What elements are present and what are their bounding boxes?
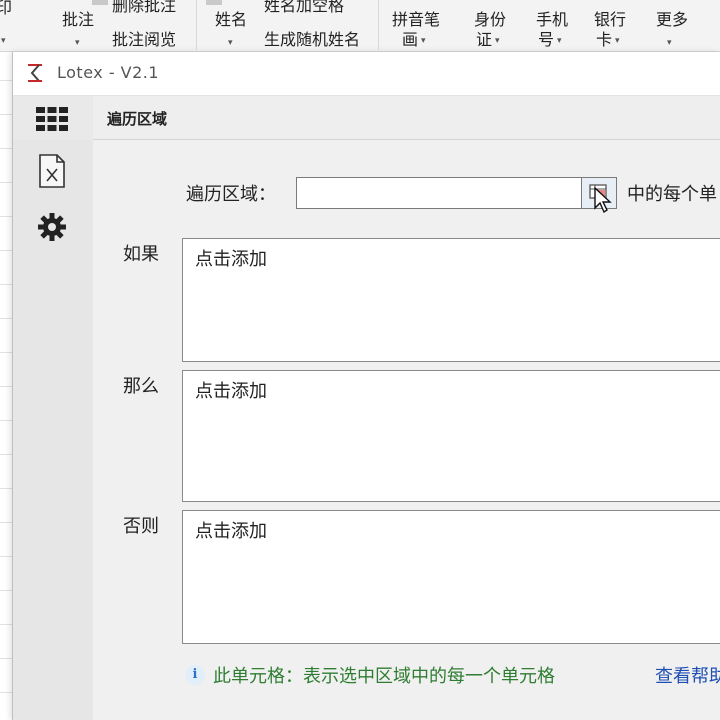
range-input[interactable]	[296, 177, 586, 209]
grid-row-line	[0, 148, 12, 149]
name-add-space-button[interactable]: 姓名加空格	[264, 0, 344, 16]
view-help-link[interactable]: 查看帮助	[655, 662, 720, 688]
grid-row-line	[0, 692, 12, 693]
name-icon	[206, 0, 222, 5]
form-panel: 遍历区域： 中的每个单 如果 点击添加 那么 点击添加 否则 点击添加 i 此单…	[93, 140, 720, 720]
range-label: 遍历区域：	[186, 184, 276, 205]
range-suffix-text: 中的每个单	[627, 184, 717, 205]
view-comments-button[interactable]: 批注阅览	[112, 30, 176, 50]
spreadsheet-grid	[0, 52, 12, 720]
then-action-box[interactable]: 点击添加	[182, 370, 720, 502]
grid-row-line	[0, 182, 12, 183]
pinyin-button-line2[interactable]: 画 ▾	[402, 30, 426, 51]
lotex-logo-icon	[25, 62, 47, 84]
then-label: 那么	[123, 376, 159, 397]
more-button[interactable]: 更多	[656, 10, 688, 30]
phone-button[interactable]: 手机	[536, 10, 568, 30]
grid-apps-icon[interactable]	[35, 102, 69, 136]
name-button[interactable]: 姓名	[215, 10, 247, 30]
delete-comment-icon	[92, 0, 108, 5]
ribbon-separator	[196, 0, 197, 50]
pinyin-button[interactable]: 拼音笔	[392, 10, 440, 30]
grid-row-line	[0, 556, 12, 557]
id-card-button-line2[interactable]: 证 ▾	[476, 30, 500, 51]
window-title: Lotex - V2.1	[57, 63, 160, 82]
ribbon-partial-label: 印	[0, 0, 13, 17]
grid-row-line	[0, 624, 12, 625]
tab-traverse-range[interactable]: 遍历区域	[107, 108, 167, 129]
name-dropdown-icon[interactable]: ▾	[225, 32, 233, 53]
else-label: 否则	[123, 516, 159, 537]
grid-row-line	[0, 80, 12, 81]
grid-row-line	[0, 386, 12, 387]
bank-card-button[interactable]: 银行	[594, 10, 626, 30]
random-name-button[interactable]: 生成随机姓名	[264, 30, 360, 50]
comment-button[interactable]: 批注	[62, 10, 94, 30]
tab-header: 遍历区域	[93, 96, 720, 140]
ribbon-separator	[378, 0, 379, 50]
grid-row-line	[0, 318, 12, 319]
then-add-prompt[interactable]: 点击添加	[195, 377, 267, 403]
grid-row-line	[0, 658, 12, 659]
grid-row-line	[0, 352, 12, 353]
info-icon: i	[185, 665, 205, 685]
grid-row-line	[0, 420, 12, 421]
if-add-prompt[interactable]: 点击添加	[195, 245, 267, 271]
grid-row-line	[0, 590, 12, 591]
comment-dropdown-icon[interactable]: ▾	[72, 32, 80, 53]
grid-row-line	[0, 284, 12, 285]
bank-card-button-line2[interactable]: 卡 ▾	[596, 30, 620, 51]
grid-row-line	[0, 454, 12, 455]
grid-row-line	[0, 114, 12, 115]
else-add-prompt[interactable]: 点击添加	[195, 517, 267, 543]
grid-row-line	[0, 216, 12, 217]
excel-file-icon[interactable]	[35, 154, 69, 188]
grid-row-line	[0, 488, 12, 489]
grid-row-line	[0, 250, 12, 251]
mouse-cursor-icon	[593, 186, 613, 218]
else-action-box[interactable]: 点击添加	[182, 510, 720, 644]
if-condition-box[interactable]: 点击添加	[182, 238, 720, 362]
excel-ribbon: 印 ▾ 批注 ▾ 删除批注 批注阅览 姓名 ▾ 姓名加空格 生成随机姓名 拼音笔…	[0, 0, 720, 52]
grid-row-line	[0, 522, 12, 523]
info-hint: 此单元格：表示选中区域中的每一个单元格	[213, 666, 555, 687]
ribbon-partial-caret: ▾	[1, 35, 6, 46]
lotex-window: Lotex - V2.1 遍历区域 遍历区域： 中的每个单 如果 点击添加 那么…	[12, 52, 720, 720]
gear-icon[interactable]	[35, 210, 69, 244]
sidebar	[13, 96, 93, 720]
more-dropdown-icon[interactable]: ▾	[664, 32, 672, 53]
id-card-button[interactable]: 身份	[474, 10, 506, 30]
phone-button-line2[interactable]: 号 ▾	[538, 30, 562, 51]
delete-comments-button[interactable]: 删除批注	[112, 0, 176, 16]
title-bar[interactable]: Lotex - V2.1	[13, 52, 720, 96]
if-label: 如果	[123, 244, 159, 265]
